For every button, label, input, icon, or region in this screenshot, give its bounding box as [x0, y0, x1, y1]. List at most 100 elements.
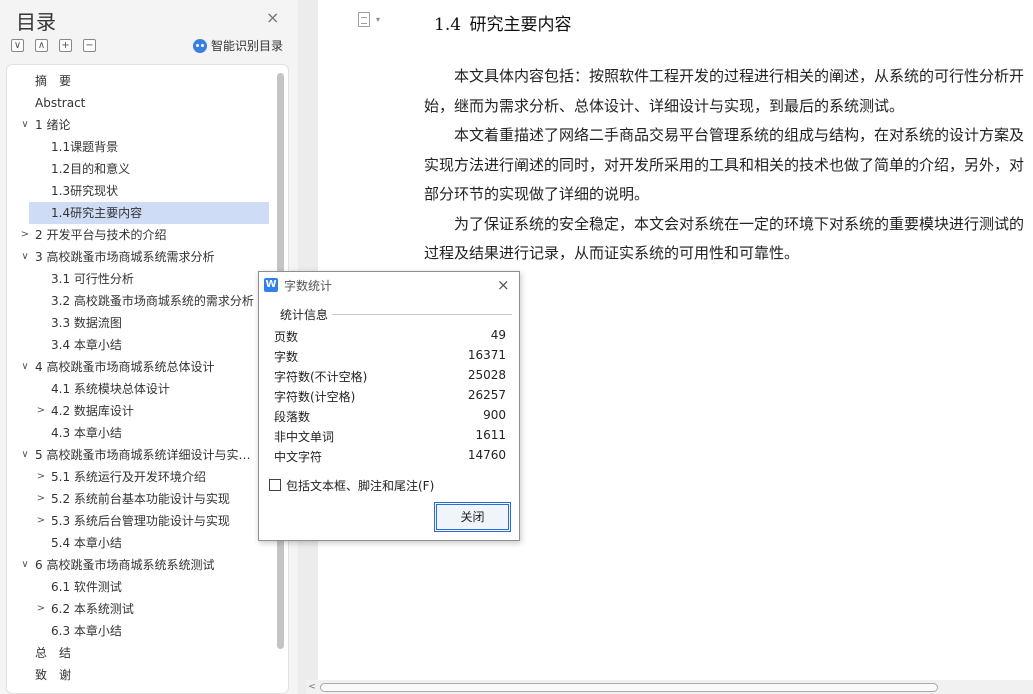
- stat-value: 25028: [467, 368, 506, 382]
- toc-item-label: 6.3 本章小结: [51, 624, 122, 638]
- nav-close-icon[interactable]: ×: [266, 8, 279, 27]
- add-heading-icon[interactable]: +: [59, 39, 72, 52]
- chevron-down-icon[interactable]: ∨: [19, 444, 31, 466]
- toc-item-label: 5.3 系统后台管理功能设计与实现: [51, 514, 230, 528]
- document-body: 本文具体内容包括：按照软件工程开发的过程进行相关的阐述，从系统的可行性分析开始，…: [424, 62, 1030, 269]
- toc-item-label: Abstract: [35, 96, 86, 110]
- dialog-titlebar[interactable]: W 字数统计 ×: [259, 272, 519, 298]
- toc-item[interactable]: 摘 要: [7, 70, 277, 92]
- toc-item[interactable]: 5.4 本章小结: [7, 532, 277, 554]
- chevron-down-icon[interactable]: ∨: [19, 246, 31, 268]
- stat-label: 字符数(不计空格): [274, 370, 368, 384]
- toc-item[interactable]: 4.3 本章小结: [7, 422, 277, 444]
- toc-item-label: 3.2 高校跳蚤市场商城系统的需求分析: [51, 294, 254, 308]
- stat-value: 14760: [467, 448, 506, 462]
- toc-item[interactable]: 致 谢: [7, 664, 277, 686]
- collapse-all-icon[interactable]: ∨: [11, 39, 24, 52]
- stat-row: 非中文单词 1611: [274, 428, 506, 448]
- chevron-right-icon[interactable]: >: [35, 488, 47, 510]
- chevron-right-icon[interactable]: >: [35, 510, 47, 532]
- stat-row: 字数 16371: [274, 348, 506, 368]
- scroll-left-icon[interactable]: <: [306, 680, 318, 694]
- toc-item[interactable]: 1.2目的和意义: [7, 158, 277, 180]
- toc-item-label: 4 高校跳蚤市场商城系统总体设计: [35, 360, 215, 374]
- chevron-down-icon[interactable]: ∨: [19, 356, 31, 378]
- close-button[interactable]: 关闭: [434, 502, 511, 532]
- toc-item[interactable]: 3.3 数据流图: [7, 312, 277, 334]
- toc-panel: 摘 要 Abstract ∨ 1 绪论 1.1课题背景 1.2目的和意义 1.3研究现状 1.…: [6, 64, 289, 694]
- toc-item[interactable]: 6.3 本章小结: [7, 620, 277, 642]
- chevron-down-icon[interactable]: ∨: [19, 114, 31, 136]
- toc-item[interactable]: 3.2 高校跳蚤市场商城系统的需求分析: [7, 290, 277, 312]
- stat-label: 非中文单词: [274, 430, 335, 444]
- stat-label: 字符数(计空格): [274, 390, 356, 404]
- toc-item-label: 3.4 本章小结: [51, 338, 122, 352]
- stat-row: 段落数 900: [274, 408, 506, 428]
- toc-item[interactable]: >5.3 系统后台管理功能设计与实现: [7, 510, 277, 532]
- toc-item[interactable]: >5.1 系统运行及开发环境介绍: [7, 466, 277, 488]
- navigation-pane: 目录 × ∨ ∧ + − 智能识别目录 摘 要 Abstract ∨ 1 绪论 1.1课…: [0, 0, 298, 694]
- include-textbox-label[interactable]: 包括文本框、脚注和尾注(F): [286, 477, 434, 494]
- toc-item-label: 2 开发平台与技术的介绍: [35, 228, 167, 242]
- toc-list: 摘 要 Abstract ∨ 1 绪论 1.1课题背景 1.2目的和意义 1.3研究现状 1.…: [7, 70, 277, 686]
- toc-item-label: 1.4研究主要内容: [51, 206, 143, 220]
- toc-item-label: 4.2 数据库设计: [51, 404, 134, 418]
- toc-item[interactable]: 4.1 系统模块总体设计: [7, 378, 277, 400]
- chevron-right-icon[interactable]: >: [19, 224, 31, 246]
- toc-item-label: 致 谢: [35, 668, 72, 682]
- horizontal-scroll-thumb[interactable]: [320, 683, 938, 692]
- toc-item-label: 3.3 数据流图: [51, 316, 122, 330]
- toc-item[interactable]: ∨ 6 高校跳蚤市场商城系统系统测试: [7, 554, 277, 576]
- toc-item[interactable]: ∨ 4 高校跳蚤市场商城系统总体设计: [7, 356, 277, 378]
- paragraph: 本文具体内容包括：按照软件工程开发的过程进行相关的阐述，从系统的可行性分析开始，…: [424, 67, 1025, 115]
- toc-item-label: 5 高校跳蚤市场商城系统详细设计与实…: [35, 448, 251, 462]
- stat-label: 段落数: [274, 410, 311, 424]
- toc-item[interactable]: Abstract: [7, 92, 277, 114]
- remove-heading-icon[interactable]: −: [83, 39, 96, 52]
- toc-item-label: 5.4 本章小结: [51, 536, 122, 550]
- toc-item-label: 3.1 可行性分析: [51, 272, 134, 286]
- toc-item-label: 4.3 本章小结: [51, 426, 122, 440]
- toc-item-label: 5.2 系统前台基本功能设计与实现: [51, 492, 230, 506]
- toc-item[interactable]: ∨ 3 高校跳蚤市场商城系统需求分析: [7, 246, 277, 268]
- document-icon[interactable]: [358, 12, 370, 27]
- stat-value: 900: [483, 408, 506, 422]
- chevron-right-icon[interactable]: >: [35, 400, 47, 422]
- toc-item-label: 总 结: [35, 646, 72, 660]
- toc-item[interactable]: 总 结: [7, 642, 277, 664]
- chevron-down-icon[interactable]: ∨: [19, 554, 31, 576]
- stat-row: 页数 49: [274, 328, 506, 348]
- chevron-right-icon[interactable]: >: [35, 598, 47, 620]
- stat-label: 页数: [274, 330, 299, 344]
- include-textbox-checkbox[interactable]: [269, 479, 281, 491]
- toc-item[interactable]: 1.4研究主要内容: [29, 202, 269, 224]
- stat-row: 中文字符 14760: [274, 448, 506, 468]
- toc-item[interactable]: 3.4 本章小结: [7, 334, 277, 356]
- toc-item[interactable]: ∨ 5 高校跳蚤市场商城系统详细设计与实…: [7, 444, 277, 466]
- section-heading: 1.4 研究主要内容: [434, 15, 572, 35]
- toc-item[interactable]: 6.1 软件测试: [7, 576, 277, 598]
- dialog-close-icon[interactable]: ×: [497, 276, 510, 294]
- toc-item[interactable]: >4.2 数据库设计: [7, 400, 277, 422]
- stat-value: 16371: [467, 348, 506, 362]
- toc-item-label: 4.1 系统模块总体设计: [51, 382, 170, 396]
- smart-toc-button[interactable]: 智能识别目录: [193, 37, 283, 54]
- toc-item[interactable]: 1.1课题背景: [7, 136, 277, 158]
- stat-value: 1611: [475, 428, 506, 442]
- stat-row: 字符数(计空格) 26257: [274, 388, 506, 408]
- toc-item[interactable]: >5.2 系统前台基本功能设计与实现: [7, 488, 277, 510]
- toc-item-label: 1 绪论: [35, 118, 71, 132]
- toc-item-label: 1.2目的和意义: [51, 162, 131, 176]
- chevron-down-icon[interactable]: ▾: [376, 15, 380, 24]
- chevron-right-icon[interactable]: >: [35, 466, 47, 488]
- toc-item[interactable]: 1.3研究现状: [7, 180, 277, 202]
- toc-item-label: 1.1课题背景: [51, 140, 119, 154]
- toc-item[interactable]: >2 开发平台与技术的介绍: [7, 224, 277, 246]
- expand-up-icon[interactable]: ∧: [35, 39, 48, 52]
- toc-item[interactable]: 3.1 可行性分析: [7, 268, 277, 290]
- toc-item[interactable]: ∨ 1 绪论: [7, 114, 277, 136]
- stat-label: 中文字符: [274, 450, 323, 464]
- stat-value: 49: [490, 328, 506, 342]
- toc-item[interactable]: >6.2 本系统测试: [7, 598, 277, 620]
- stat-label: 字数: [274, 350, 299, 364]
